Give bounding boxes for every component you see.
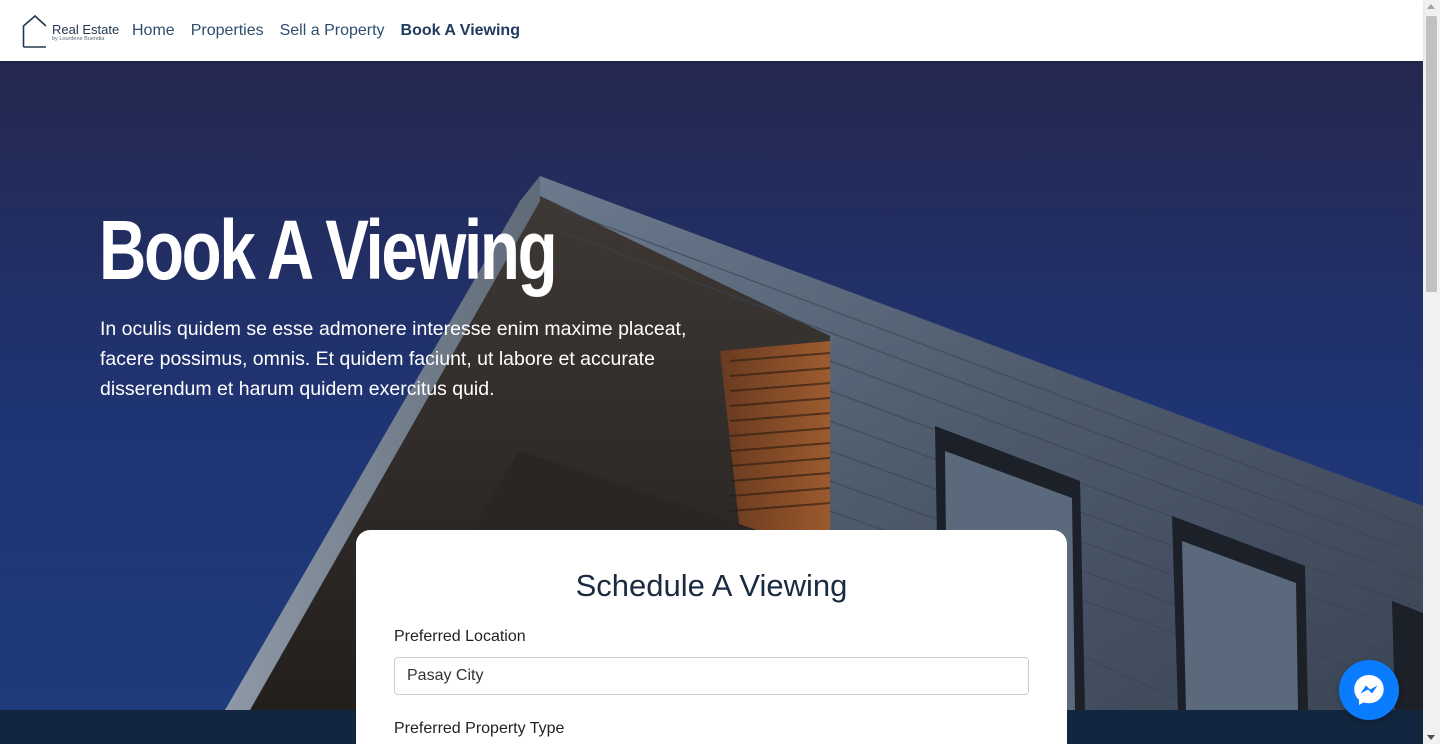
nav-sell-property[interactable]: Sell a Property — [280, 22, 385, 40]
messenger-chat-button[interactable] — [1339, 660, 1399, 720]
location-label: Preferred Location — [394, 628, 526, 645]
location-input[interactable] — [394, 657, 1029, 695]
schedule-viewing-form: Schedule A Viewing Preferred Location Pr… — [356, 530, 1067, 744]
brand-logo[interactable]: Real Estate by Lourdene Buendia — [22, 14, 122, 48]
navbar: Real Estate by Lourdene Buendia Home Pro… — [0, 0, 1423, 61]
nav-properties[interactable]: Properties — [191, 22, 264, 40]
nav-links: Home Properties Sell a Property Book A V… — [132, 22, 536, 40]
house-outline-icon — [22, 14, 47, 48]
scrollbar-thumb[interactable] — [1426, 16, 1437, 292]
brand-text: Real Estate by Lourdene Buendia — [52, 23, 119, 43]
scroll-up-arrow-icon[interactable] — [1427, 4, 1435, 9]
nav-home[interactable]: Home — [132, 22, 175, 40]
hero-title: Book A Viewing — [99, 203, 558, 297]
form-title: Schedule A Viewing — [575, 568, 848, 603]
nav-book-viewing[interactable]: Book A Viewing — [401, 22, 520, 40]
brand-subtitle: by Lourdene Buendia — [52, 35, 105, 42]
hero-description: In oculis quidem se esse admonere intere… — [100, 318, 687, 400]
scroll-down-arrow-icon[interactable] — [1427, 735, 1435, 740]
vertical-scrollbar[interactable] — [1423, 0, 1440, 744]
brand-title: Real Estate — [52, 21, 120, 37]
messenger-icon — [1354, 675, 1384, 705]
property-type-label: Preferred Property Type — [394, 720, 565, 737]
